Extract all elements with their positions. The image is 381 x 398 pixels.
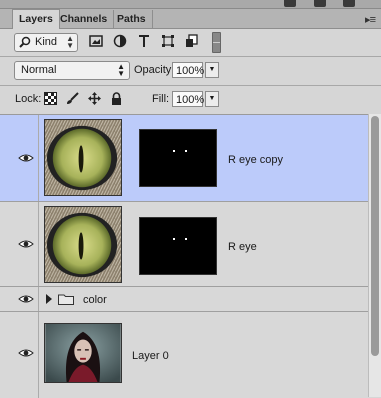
layer-mask-thumbnail[interactable] [139, 217, 217, 275]
fill-dropdown-button[interactable]: ▼ [205, 91, 219, 107]
smart-object-filter-icon[interactable] [185, 34, 199, 48]
panel-top-strip [0, 0, 381, 9]
folder-icon [58, 294, 74, 305]
layer-row-r-eye[interactable]: R eye [0, 202, 368, 287]
workspace-icon[interactable] [284, 0, 296, 7]
layer-row-group-color[interactable]: color [0, 287, 368, 312]
adjustment-filter-icon[interactable] [113, 34, 127, 48]
lock-position-icon[interactable] [88, 92, 101, 105]
layer-thumbnail-eye [44, 119, 122, 196]
chevron-updown-icon: ▲ ▼ [117, 62, 125, 78]
filter-kind-label: Kind [35, 36, 58, 48]
tab-layers[interactable]: Layers [12, 9, 60, 29]
tab-channels[interactable]: Channels [54, 10, 115, 28]
layer-name[interactable]: color [83, 294, 107, 306]
eye-icon[interactable] [18, 153, 34, 163]
filter-row: Kind ▲ ▼ [0, 29, 381, 55]
layer-mask-thumbnail[interactable] [139, 129, 217, 187]
column-divider [38, 115, 39, 201]
opacity-dropdown-button[interactable]: ▼ [205, 62, 219, 78]
layer-thumbnail-portrait [44, 323, 122, 383]
chevron-updown-icon: ▲ ▼ [66, 34, 74, 50]
divider [0, 85, 381, 86]
filter-toggle-switch[interactable] [212, 32, 221, 53]
tab-paths[interactable]: Paths [111, 10, 153, 28]
eye-icon[interactable] [18, 239, 34, 249]
pixel-filter-icon[interactable] [89, 34, 103, 48]
search-icon [19, 36, 31, 48]
panel-tabs: Layers Channels Paths ▸≡ [0, 9, 381, 29]
eye-icon[interactable] [18, 348, 34, 358]
lock-row: Lock: Fill: 100% ▼ [0, 87, 381, 111]
column-divider [38, 287, 39, 311]
panel-menu-icon[interactable]: ▸≡ [365, 13, 376, 26]
shape-filter-icon[interactable] [161, 34, 175, 48]
lock-transparent-icon[interactable] [44, 92, 57, 105]
lock-label: Lock: [15, 93, 42, 105]
scrollbar-thumb[interactable] [371, 116, 379, 356]
eye-icon[interactable] [18, 294, 34, 304]
filter-kind-select[interactable]: Kind ▲ ▼ [14, 33, 78, 52]
layer-name[interactable]: R eye [228, 241, 257, 253]
camera-icon[interactable] [314, 0, 326, 7]
lock-image-icon[interactable] [66, 92, 79, 105]
expand-arrow-icon[interactable] [46, 294, 52, 304]
trash-icon[interactable] [343, 0, 355, 7]
column-divider [38, 202, 39, 286]
layer-name[interactable]: R eye copy [228, 154, 283, 166]
blend-mode-select[interactable]: Normal ▲ ▼ [14, 61, 130, 80]
blend-mode-label: Normal [21, 64, 57, 76]
fill-label: Fill: [152, 93, 170, 105]
fill-input[interactable]: 100% [172, 91, 204, 107]
opacity-label: Opacity: [134, 64, 175, 76]
layer-name[interactable]: Layer 0 [132, 350, 169, 362]
layers-list: R eye copy R eye color Layer 0 [0, 114, 368, 398]
divider [0, 56, 381, 57]
column-divider [38, 312, 39, 398]
blend-row: Normal ▲ ▼ Opacity: 100% ▼ [0, 58, 381, 84]
layer-thumbnail-eye [44, 206, 122, 283]
lock-all-icon[interactable] [110, 92, 123, 105]
layer-row-layer-0[interactable]: Layer 0 [0, 312, 368, 398]
opacity-input[interactable]: 100% [172, 62, 204, 78]
layer-row-r-eye-copy[interactable]: R eye copy [0, 115, 368, 202]
type-filter-icon[interactable] [137, 34, 151, 48]
layers-scrollbar[interactable] [368, 114, 381, 397]
